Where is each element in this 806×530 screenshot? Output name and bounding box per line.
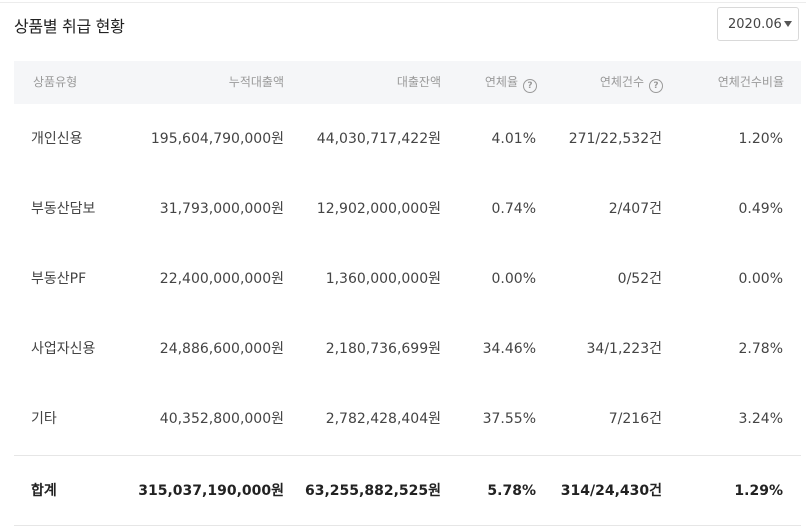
help-icon[interactable]: ? xyxy=(523,79,537,93)
cell-product-type: 부동산PF xyxy=(31,271,87,287)
help-icon[interactable]: ? xyxy=(649,79,663,93)
cell-cumulative-loans: 22,400,000,000원 xyxy=(159,271,284,287)
cell-loan-balance: 44,030,717,422원 xyxy=(316,131,441,147)
cell-delinquency-rate: 4.01% xyxy=(491,131,536,147)
cell-cumulative-loans: 24,886,600,000원 xyxy=(159,341,284,357)
cell-cumulative-loans: 31,793,000,000원 xyxy=(159,201,284,217)
cell-cumulative-loans: 40,352,800,000원 xyxy=(159,411,284,427)
table-row: 부동산PF 22,400,000,000원 1,360,000,000원 0.0… xyxy=(14,244,801,314)
cell-delinquency-count: 34/1,223건 xyxy=(586,341,663,357)
cell-delinquency-count-ratio: 3.24% xyxy=(738,411,783,427)
bottom-divider xyxy=(14,525,801,526)
page-title: 상품별 취급 현황 xyxy=(14,17,125,36)
cell-delinquency-rate: 0.74% xyxy=(491,201,536,217)
col-header-loan-balance: 대출잔액 xyxy=(396,75,441,89)
table-row: 부동산담보 31,793,000,000원 12,902,000,000원 0.… xyxy=(14,174,801,244)
month-select-value: 2020.06 xyxy=(728,16,782,32)
cell-delinquency-count-ratio: 2.78% xyxy=(738,341,783,357)
cell-product-type: 부동산담보 xyxy=(31,201,96,217)
col-header-cumulative-loans: 누적대출액 xyxy=(228,75,284,89)
month-select[interactable]: 2020.06 xyxy=(717,7,799,41)
col-header-delinquency-count-ratio: 연체건수비율 xyxy=(717,75,784,89)
cell-loan-balance: 12,902,000,000원 xyxy=(316,201,441,217)
total-delinquency-count-ratio: 1.29% xyxy=(734,483,783,499)
cell-loan-balance: 2,180,736,699원 xyxy=(325,341,441,357)
cell-delinquency-rate: 0.00% xyxy=(491,271,536,287)
cell-loan-balance: 1,360,000,000원 xyxy=(325,271,441,287)
cell-delinquency-count: 0/52건 xyxy=(617,271,662,287)
table-total-row: 합계 315,037,190,000원 63,255,882,525원 5.78… xyxy=(14,456,801,526)
cell-delinquency-rate: 37.55% xyxy=(482,411,536,427)
total-label: 합계 xyxy=(31,483,57,499)
col-header-delinquency-rate-label: 연체율 xyxy=(484,75,518,89)
table-row: 개인신용 195,604,790,000원 44,030,717,422원 4.… xyxy=(14,104,801,174)
col-header-delinquency-count-label: 연체건수 xyxy=(599,75,644,89)
table-row: 기타 40,352,800,000원 2,782,428,404원 37.55%… xyxy=(14,384,801,454)
cell-product-type: 사업자신용 xyxy=(31,341,96,357)
total-loan-balance: 63,255,882,525원 xyxy=(305,483,441,499)
top-divider xyxy=(0,2,806,3)
caret-down-icon xyxy=(784,21,792,27)
cell-delinquency-rate: 34.46% xyxy=(482,341,536,357)
table-header: 상품유형 누적대출액 대출잔액 연체율? 연체건수? 연체건수비율 xyxy=(14,61,801,104)
cell-product-type: 개인신용 xyxy=(31,131,83,147)
cell-loan-balance: 2,782,428,404원 xyxy=(325,411,441,427)
cell-delinquency-count: 2/407건 xyxy=(608,201,662,217)
col-header-delinquency-count: 연체건수? xyxy=(600,74,663,93)
total-cumulative-loans: 315,037,190,000원 xyxy=(138,483,284,499)
col-header-product-type: 상품유형 xyxy=(33,75,78,89)
cell-delinquency-count-ratio: 1.20% xyxy=(738,131,783,147)
cell-product-type: 기타 xyxy=(31,411,57,427)
cell-delinquency-count-ratio: 0.00% xyxy=(738,271,783,287)
cell-cumulative-loans: 195,604,790,000원 xyxy=(150,131,284,147)
col-header-delinquency-rate: 연체율? xyxy=(485,74,537,93)
total-delinquency-count: 314/24,430건 xyxy=(560,483,662,499)
cell-delinquency-count: 7/216건 xyxy=(608,411,662,427)
table-row: 사업자신용 24,886,600,000원 2,180,736,699원 34.… xyxy=(14,314,801,384)
cell-delinquency-count-ratio: 0.49% xyxy=(738,201,783,217)
total-delinquency-rate: 5.78% xyxy=(487,483,536,499)
cell-delinquency-count: 271/22,532건 xyxy=(568,131,662,147)
